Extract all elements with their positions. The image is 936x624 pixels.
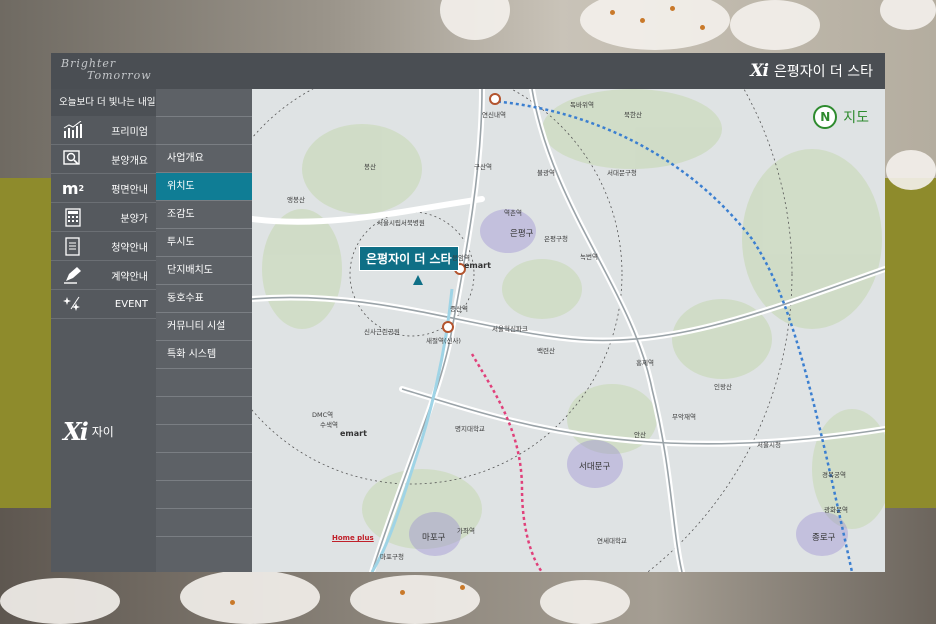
location-map[interactable]: N 지도 은평자이 더 스타 은평구 서대문구 마포구 종로구 연신내역 구산역… xyxy=(252,89,885,572)
magnifier-icon xyxy=(63,149,83,169)
map-canvas xyxy=(252,89,885,572)
station-label: 가좌역 xyxy=(457,527,475,535)
place-label: 인왕산 xyxy=(714,383,732,391)
sidebar-item-price[interactable]: 분양가 xyxy=(51,203,156,232)
submenu-item-unit-table[interactable]: 동호수표 xyxy=(156,285,252,313)
chart-icon xyxy=(63,120,83,140)
station-label: 불광역 xyxy=(537,169,555,177)
district-label: 종로구 xyxy=(812,533,836,543)
station-label: 경복궁역 xyxy=(822,471,846,479)
xi-logo-mark: Xi xyxy=(63,417,89,446)
place-label: 서울시청 xyxy=(757,441,781,449)
sidebar-item-floorplan[interactable]: m2 평면안내 xyxy=(51,174,156,203)
submenu-spacer xyxy=(156,369,252,397)
sidebar-item-subscription[interactable]: 청약안내 xyxy=(51,232,156,261)
place-label: 북한산 xyxy=(624,111,642,119)
top-bar: Brighter Tomorrow Xi 은평자이 더 스타 xyxy=(51,53,885,89)
place-label: 서대문구청 xyxy=(607,169,637,177)
homeplus-label: Home plus xyxy=(332,534,374,542)
place-label: 은평구청 xyxy=(544,235,568,243)
pen-icon xyxy=(63,265,83,285)
submenu-spacer xyxy=(156,509,252,537)
station-label: 새절역(신사) xyxy=(426,337,461,345)
place-label: 봉산 xyxy=(364,163,376,171)
station-label: 구산역 xyxy=(474,163,492,171)
place-label: 서울혁신파크 xyxy=(492,325,528,333)
submenu-spacer xyxy=(156,117,252,145)
submenu-spacer xyxy=(156,397,252,425)
brand-title: 은평자이 더 스타 xyxy=(773,64,873,80)
emart-label: emart xyxy=(340,429,367,438)
map-north-indicator: N 지도 xyxy=(813,105,869,129)
calculator-icon xyxy=(63,207,83,227)
map-label: 지도 xyxy=(843,110,869,126)
brand-logo[interactable]: Xi 은평자이 더 스타 xyxy=(750,61,873,81)
station-label: 연신내역 xyxy=(482,111,506,119)
place-label: 연세대학교 xyxy=(597,537,627,545)
site-location-label[interactable]: 은평자이 더 스타 xyxy=(359,246,459,271)
place-label: 서울시립서북병원 xyxy=(377,219,425,227)
station-label: 역촌역 xyxy=(504,209,522,217)
station-label: 수색역 xyxy=(320,421,338,429)
station-label: 증산역 xyxy=(450,305,468,313)
station-label: 무악재역 xyxy=(672,413,696,421)
script-logo[interactable]: Brighter Tomorrow xyxy=(61,58,152,82)
document-icon xyxy=(63,236,83,256)
sparkle-icon xyxy=(63,294,83,314)
sub-sidebar: 사업개요 위치도 조감도 투시도 단지배치도 동호수표 커뮤니티 시설 특화 시… xyxy=(156,89,252,572)
north-badge: N xyxy=(813,105,838,129)
submenu-item-perspective[interactable]: 투시도 xyxy=(156,229,252,257)
place-label: 백련산 xyxy=(537,347,555,355)
square-meter-icon: m2 xyxy=(61,178,85,198)
submenu-item-business-overview[interactable]: 사업개요 xyxy=(156,145,252,173)
xi-logo-mark: Xi xyxy=(750,61,769,81)
submenu-item-special-system[interactable]: 특화 시스템 xyxy=(156,341,252,369)
submenu-item-location-map[interactable]: 위치도 xyxy=(156,173,252,201)
sidebar-item-premium[interactable]: 프리미엄 xyxy=(51,116,156,145)
place-label: 신사근린공원 xyxy=(364,328,400,336)
xi-footer-logo[interactable]: Xi 자이 xyxy=(63,417,114,446)
emart-label: emart xyxy=(464,261,491,270)
station-label: 홍제역 xyxy=(636,359,654,367)
sidebar-item-event[interactable]: EVENT xyxy=(51,290,156,319)
submenu-item-site-plan[interactable]: 단지배치도 xyxy=(156,257,252,285)
station-label: 녹번역 xyxy=(580,253,598,261)
submenu-spacer xyxy=(156,481,252,509)
sidebar-item-overview[interactable]: 분양개요 xyxy=(51,145,156,174)
submenu-spacer xyxy=(156,89,252,117)
district-label: 은평구 xyxy=(510,229,534,239)
place-label: 명지대학교 xyxy=(455,425,485,433)
station-label: 광화문역 xyxy=(824,506,848,514)
place-label: 앵봉산 xyxy=(287,196,305,204)
place-label: 마포구청 xyxy=(380,553,404,561)
submenu-item-community[interactable]: 커뮤니티 시설 xyxy=(156,313,252,341)
district-label: 마포구 xyxy=(422,533,446,543)
main-menu: 프리미엄 분양개요 m2 평면안내 분양가 청약안내 계약안내 EVENT xyxy=(51,116,156,319)
xi-logo-text: 자이 xyxy=(91,425,114,439)
submenu-spacer xyxy=(156,425,252,453)
district-label: 서대문구 xyxy=(579,462,611,472)
station-label: 독바위역 xyxy=(570,101,594,109)
sub-menu: 사업개요 위치도 조감도 투시도 단지배치도 동호수표 커뮤니티 시설 특화 시… xyxy=(156,89,252,537)
submenu-item-birdseye-view[interactable]: 조감도 xyxy=(156,201,252,229)
submenu-spacer xyxy=(156,453,252,481)
sidebar-tagline: 오늘보다 더 빛나는 내일 xyxy=(51,89,156,116)
sidebar-item-contract[interactable]: 계약안내 xyxy=(51,261,156,290)
app-frame: Brighter Tomorrow Xi 은평자이 더 스타 오늘보다 더 빛나… xyxy=(51,53,885,572)
place-label: 안산 xyxy=(634,431,646,439)
main-sidebar: 오늘보다 더 빛나는 내일 프리미엄 분양개요 m2 평면안내 분양가 청약안내… xyxy=(51,89,156,572)
station-label: DMC역 xyxy=(312,411,334,419)
